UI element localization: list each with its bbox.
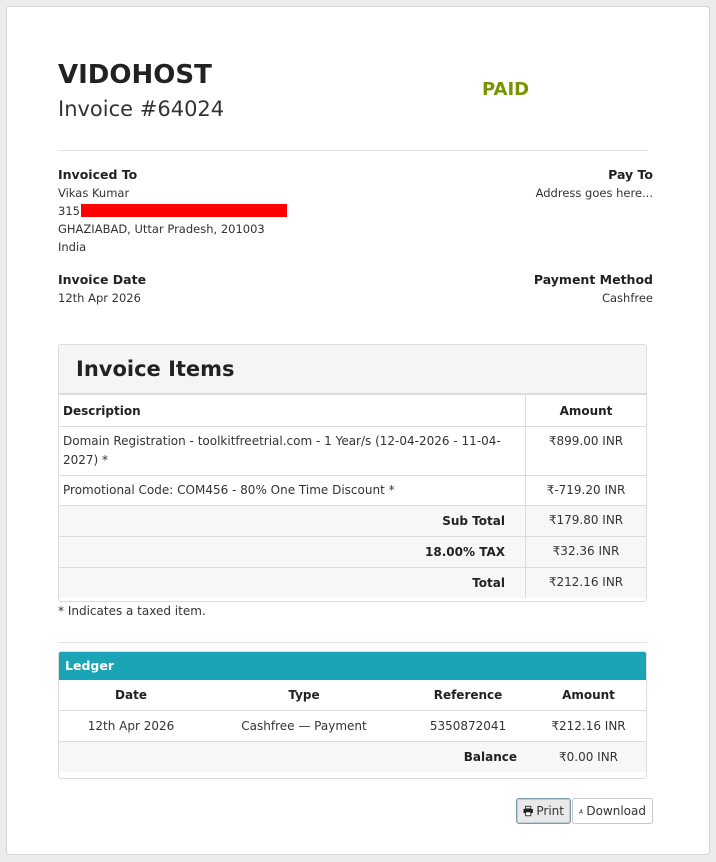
ledger-reference: 5350872041 (405, 710, 531, 742)
ledger-panel: Ledger Date Type Reference Amount 12th A… (58, 651, 647, 779)
address-prefix: 315 (58, 204, 80, 218)
payment-method-value: Cashfree (601, 291, 653, 305)
invoice-date-block: Invoice Date 12th Apr 2026 (58, 272, 146, 307)
payment-method-label: Payment Method (533, 272, 653, 287)
table-row: 12th Apr 2026 Cashfree — Payment 5350872… (59, 710, 646, 742)
pay-to-address: Address goes here... (535, 186, 653, 200)
table-header-row: Description Amount (59, 394, 646, 427)
printer-icon (523, 805, 533, 817)
item-amount: ₹-719.20 INR (525, 475, 646, 506)
total-value: ₹212.16 INR (525, 567, 646, 598)
invoice-date-value: 12th Apr 2026 (58, 291, 141, 305)
col-description: Description (59, 394, 526, 427)
invoiced-to-label: Invoiced To (58, 167, 138, 182)
print-button[interactable]: Print (516, 798, 571, 824)
ledger-type: Cashfree — Payment (203, 710, 405, 742)
ledger-col-reference: Reference (433, 688, 503, 702)
col-amount: Amount (525, 394, 646, 427)
ledger-amount: ₹212.16 INR (531, 710, 646, 742)
invoiced-to-block: Invoiced To Vikas Kumar 315 GHAZIABAD, U… (58, 167, 287, 256)
download-label: Download (586, 804, 646, 818)
status-badge: PAID (482, 79, 530, 100)
invoice-number: Invoice #64024 (58, 97, 225, 121)
ledger-table: Date Type Reference Amount 12th Apr 2026… (59, 680, 646, 772)
total-label: Total (59, 567, 526, 598)
payment-method-block: Payment Method Cashfree (534, 272, 653, 307)
customer-address-line: 315 (58, 202, 287, 220)
total-row: Total ₹212.16 INR (59, 567, 646, 598)
divider (58, 150, 648, 151)
tax-value: ₹32.36 INR (525, 536, 646, 568)
item-description: Promotional Code: COM456 - 80% One Time … (59, 475, 526, 506)
invoice-items-table: Description Amount Domain Registration -… (59, 394, 646, 598)
ledger-col-type: Type (288, 688, 320, 702)
balance-label: Balance (59, 741, 531, 772)
customer-name: Vikas Kumar (58, 186, 130, 200)
ledger-col-amount: Amount (562, 688, 615, 702)
balance-value: ₹0.00 INR (531, 741, 646, 772)
download-icon (579, 809, 584, 814)
redacted-address (80, 204, 287, 217)
ledger-title: Ledger (59, 652, 646, 680)
table-row: Domain Registration - toolkitfreetrial.c… (59, 426, 646, 476)
ledger-col-date: Date (115, 688, 147, 702)
balance-row: Balance ₹0.00 INR (59, 741, 646, 772)
company-name: VIDOHOST (58, 60, 212, 90)
item-description: Domain Registration - toolkitfreetrial.c… (59, 426, 526, 476)
subtotal-row: Sub Total ₹179.80 INR (59, 505, 646, 537)
pay-to-label: Pay To (608, 167, 653, 182)
download-button[interactable]: Download (572, 798, 653, 824)
customer-city-line: GHAZIABAD, Uttar Pradesh, 201003 (58, 222, 265, 236)
print-label: Print (536, 804, 564, 818)
tax-label: 18.00% TAX (59, 536, 526, 568)
divider (58, 642, 648, 643)
invoice-date-label: Invoice Date (58, 272, 147, 287)
pay-to-block: Pay To Address goes here... (536, 167, 653, 202)
invoice-items-title: Invoice Items (59, 345, 646, 394)
invoice-items-panel: Invoice Items Description Amount Domain … (58, 344, 647, 602)
tax-row: 18.00% TAX ₹32.36 INR (59, 536, 646, 568)
subtotal-label: Sub Total (59, 505, 526, 537)
customer-country: India (58, 240, 87, 254)
taxed-item-note: * Indicates a taxed item. (58, 604, 206, 618)
ledger-date: 12th Apr 2026 (59, 710, 203, 742)
subtotal-value: ₹179.80 INR (525, 505, 646, 537)
item-amount: ₹899.00 INR (525, 426, 646, 476)
ledger-header-row: Date Type Reference Amount (59, 680, 646, 711)
table-row: Promotional Code: COM456 - 80% One Time … (59, 475, 646, 506)
